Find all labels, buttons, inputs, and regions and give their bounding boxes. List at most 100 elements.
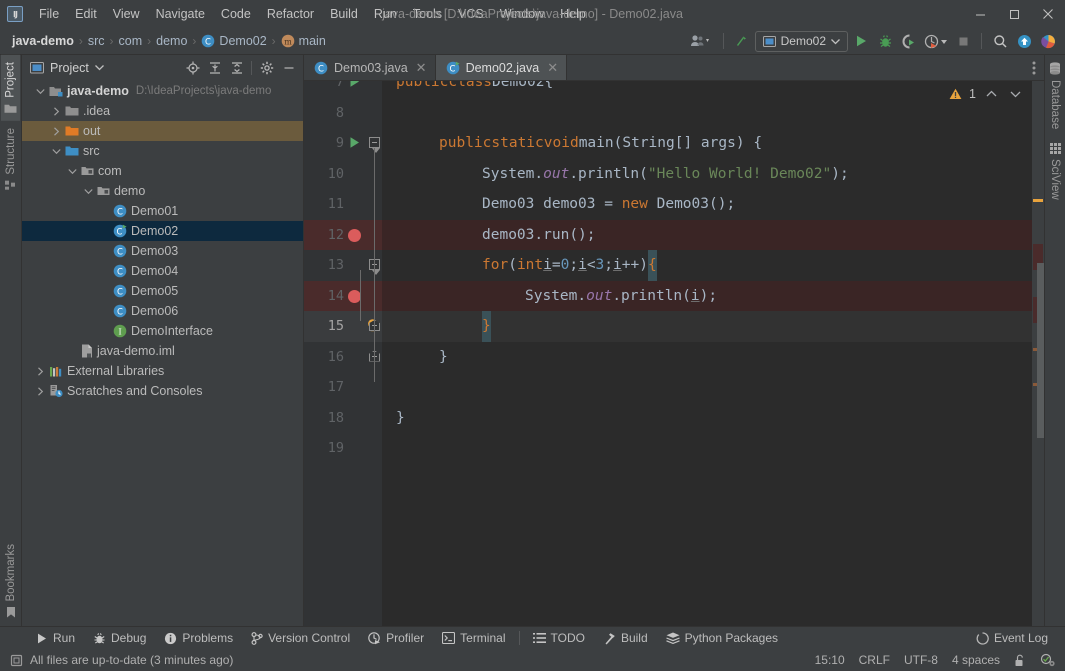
bottom-item-run[interactable]: Run (26, 627, 84, 650)
search-everywhere-icon[interactable] (989, 31, 1011, 52)
editor-tab-demo02-java[interactable]: C Demo02.java ✕ (435, 55, 568, 80)
sidebar-item-project[interactable]: Project (1, 55, 20, 121)
breakpoint-marker[interactable] (348, 228, 361, 242)
caret-position[interactable]: 15:10 (815, 653, 845, 667)
breadcrumb-item-java-demo[interactable]: java-demo (8, 34, 78, 48)
tree-node-demo01[interactable]: C Demo01 (22, 201, 303, 221)
code-line-10[interactable]: System. out .println("Hello World! Demo02"… (382, 159, 1032, 190)
menu-item-build[interactable]: Build (322, 3, 366, 25)
previous-issue-button[interactable] (983, 89, 1000, 99)
breadcrumb-item-com[interactable]: com (115, 34, 147, 48)
select-opened-file-icon[interactable] (182, 58, 203, 78)
code-line-11[interactable]: Demo03 demo03 = new Demo03 (); (382, 189, 1032, 220)
tree-node-com[interactable]: com (22, 161, 303, 181)
breadcrumb-item-demo[interactable]: demo (152, 34, 191, 48)
code-line-16[interactable]: } (382, 342, 1032, 373)
run-gutter-icon[interactable] (348, 81, 361, 88)
unlocked-icon[interactable] (1014, 654, 1026, 667)
bottom-item-terminal[interactable]: Terminal (433, 627, 514, 650)
project-tree[interactable]: java-demo D:\IdeaProjects\java-demo .idea o… (22, 80, 303, 626)
tree-node-demo06[interactable]: C Demo06 (22, 301, 303, 321)
menu-item-file[interactable]: File (31, 3, 67, 25)
stop-icon[interactable] (952, 31, 974, 52)
debug-icon[interactable] (874, 31, 896, 52)
inspections-widget-icon[interactable] (1040, 653, 1055, 667)
bottom-item-profiler[interactable]: Profiler (359, 627, 433, 650)
run-gutter-icon[interactable] (348, 136, 361, 149)
code-line-7[interactable]: public class Demo02 { (382, 81, 1032, 98)
hide-panel-icon[interactable] (278, 58, 299, 78)
editor-tab-demo03-java[interactable]: C Demo03.java ✕ (304, 55, 436, 80)
menu-item-window[interactable]: Window (492, 3, 552, 25)
code-line-12[interactable]: demo03.run (); (382, 220, 1032, 251)
tree-node--idea[interactable]: .idea (22, 101, 303, 121)
code-editor[interactable]: 7 8 9 10 11 12 13 14 15 16 17 18 19 public class Dem… (304, 81, 1044, 626)
editor-scrollbar-thumb[interactable] (1037, 263, 1044, 438)
ide-icon[interactable] (1037, 31, 1059, 52)
run-with-coverage-icon[interactable] (898, 31, 920, 52)
bottom-item-build[interactable]: Build (594, 627, 657, 650)
indent-setting[interactable]: 4 spaces (952, 653, 1000, 667)
sidebar-item-database[interactable]: Database (1046, 55, 1064, 136)
minimize-button[interactable] (963, 0, 997, 28)
menu-item-help[interactable]: Help (552, 3, 594, 25)
chevron-down-icon[interactable] (82, 188, 94, 195)
sidebar-item-sciview[interactable]: SciView (1046, 136, 1064, 207)
code-line-19[interactable] (382, 433, 1032, 464)
code-line-18[interactable]: } (382, 403, 1032, 434)
tree-node-out[interactable]: out (22, 121, 303, 141)
menu-item-code[interactable]: Code (213, 3, 259, 25)
project-view-chevron-down-icon[interactable] (94, 64, 104, 71)
tree-node-demo[interactable]: demo (22, 181, 303, 201)
bottom-item-problems[interactable]: Problems (155, 627, 242, 650)
profiler-icon[interactable] (922, 31, 950, 52)
chevron-right-icon[interactable] (34, 366, 46, 376)
sidebar-item-bookmarks[interactable]: Bookmarks (2, 537, 20, 626)
chevron-right-icon[interactable] (50, 126, 62, 136)
code-line-15[interactable]: } (382, 311, 1032, 342)
tree-node-demo05[interactable]: C Demo05 (22, 281, 303, 301)
account-icon[interactable] (686, 31, 716, 52)
code-line-17[interactable] (382, 372, 1032, 403)
breadcrumb-item-main[interactable]: m main (277, 34, 330, 49)
collapse-all-icon[interactable] (226, 58, 247, 78)
maximize-button[interactable] (997, 0, 1031, 28)
tab-list-icon[interactable] (1032, 60, 1036, 76)
breadcrumb-item-demo02[interactable]: C Demo02 (197, 34, 270, 49)
settings-gear-icon[interactable] (256, 58, 277, 78)
menu-item-refactor[interactable]: Refactor (259, 3, 322, 25)
tree-node-external-libraries[interactable]: External Libraries (22, 361, 303, 381)
close-button[interactable] (1031, 0, 1065, 28)
tree-node-src[interactable]: src (22, 141, 303, 161)
update-icon[interactable] (731, 31, 753, 52)
sidebar-item-structure[interactable]: Structure (2, 121, 20, 198)
bottom-item-version-control[interactable]: Version Control (242, 627, 359, 650)
tree-node-java-demo-iml[interactable]: java-demo.iml (22, 341, 303, 361)
run-icon[interactable] (850, 31, 872, 52)
line-separator[interactable]: CRLF (859, 653, 890, 667)
push-icon[interactable] (1013, 31, 1035, 52)
breadcrumb-item-src[interactable]: src (84, 34, 109, 48)
bottom-item-event-log[interactable]: Event Log (967, 627, 1057, 650)
menu-item-navigate[interactable]: Navigate (148, 3, 213, 25)
run-configuration-selector[interactable]: Demo02 (754, 30, 848, 52)
chevron-down-icon[interactable] (34, 88, 46, 95)
tree-node-demo04[interactable]: C Demo04 (22, 261, 303, 281)
chevron-right-icon[interactable] (34, 386, 46, 396)
file-encoding[interactable]: UTF-8 (904, 653, 938, 667)
code-line-14[interactable]: System. out .println(i); (382, 281, 1032, 312)
menu-item-run[interactable]: Run (366, 3, 405, 25)
menu-item-tools[interactable]: Tools (405, 3, 450, 25)
close-tab-icon[interactable]: ✕ (547, 60, 558, 76)
close-tab-icon[interactable]: ✕ (416, 60, 427, 76)
menu-item-vcs[interactable]: VCS (450, 3, 492, 25)
chevron-down-icon[interactable] (50, 148, 62, 155)
code-line-9[interactable]: public static void main(String[] args) { (382, 128, 1032, 159)
chevron-down-icon[interactable] (66, 168, 78, 175)
code-line-13[interactable]: for (int i = 0; i < 3; i ++) { (382, 250, 1032, 281)
menu-item-edit[interactable]: Edit (67, 3, 105, 25)
bottom-item-debug[interactable]: Debug (84, 627, 155, 650)
bottom-item-python-packages[interactable]: Python Packages (657, 627, 787, 650)
next-issue-button[interactable] (1007, 89, 1024, 99)
tree-node-demo03[interactable]: C Demo03 (22, 241, 303, 261)
